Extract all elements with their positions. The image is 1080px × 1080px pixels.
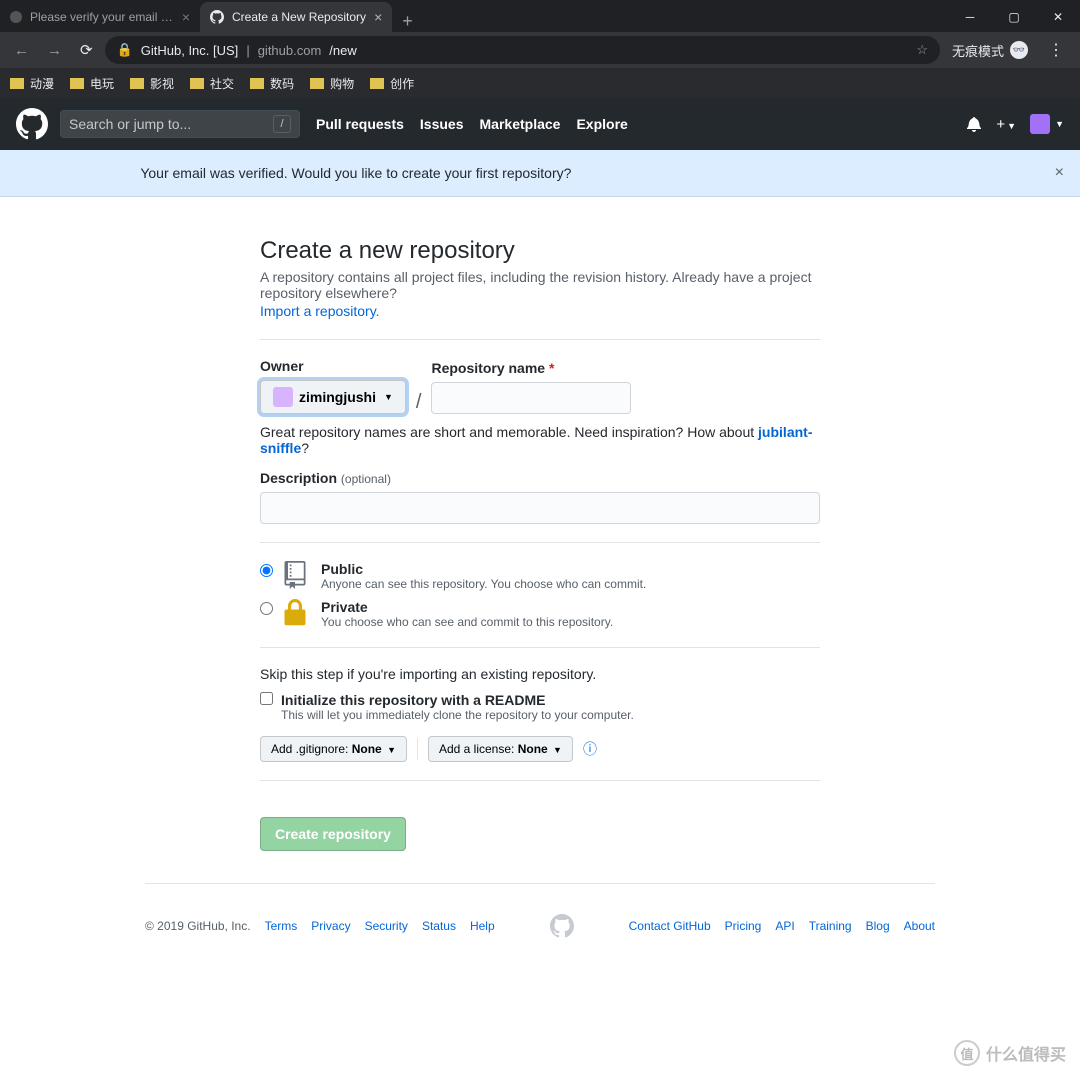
flash-message: Your email was verified. Would you like … xyxy=(140,165,930,181)
bookmark-item[interactable]: 社交 xyxy=(190,75,234,92)
public-desc: Anyone can see this repository. You choo… xyxy=(321,577,646,591)
footer-help[interactable]: Help xyxy=(470,919,495,933)
page-title: Create a new repository xyxy=(260,237,820,265)
nav-explore[interactable]: Explore xyxy=(576,116,627,132)
bookmark-item[interactable]: 数码 xyxy=(250,75,294,92)
nav-pull-requests[interactable]: Pull requests xyxy=(316,116,404,132)
chevron-down-icon: ▼ xyxy=(384,392,393,402)
skip-text: Skip this step if you're importing an ex… xyxy=(260,666,820,682)
bookmark-item[interactable]: 创作 xyxy=(370,75,414,92)
bookmark-item[interactable]: 电玩 xyxy=(70,75,114,92)
footer-terms[interactable]: Terms xyxy=(265,919,298,933)
incognito-icon: 👓 xyxy=(1010,41,1028,59)
browser-menu-icon[interactable]: ⋮ xyxy=(1040,40,1072,60)
nav-marketplace[interactable]: Marketplace xyxy=(480,116,561,132)
bookmarks-bar: 动漫 电玩 影视 社交 数码 购物 创作 xyxy=(0,68,1080,98)
search-key-hint: / xyxy=(273,115,291,133)
nav-issues[interactable]: Issues xyxy=(420,116,464,132)
github-mark-icon[interactable] xyxy=(495,914,629,938)
watermark-icon: 值 xyxy=(954,1040,980,1066)
page-subtext: A repository contains all project files,… xyxy=(260,269,820,301)
url-host: github.com xyxy=(258,43,322,58)
browser-tab-2[interactable]: Create a New Repository × xyxy=(200,2,392,32)
reload-icon[interactable]: ⟳ xyxy=(74,37,99,63)
lock-icon: 🔒 xyxy=(117,42,133,58)
github-logo-icon[interactable] xyxy=(16,108,48,140)
info-icon[interactable]: ⓘ xyxy=(583,739,597,759)
create-new-icon[interactable]: +▼ xyxy=(996,116,1016,133)
folder-icon xyxy=(130,78,144,89)
create-repository-button[interactable]: Create repository xyxy=(260,817,406,851)
address-bar[interactable]: 🔒 GitHub, Inc. [US] | github.com/new ☆ xyxy=(105,36,940,64)
watermark: 值 什么值得买 xyxy=(954,1040,1066,1066)
visibility-public-radio[interactable] xyxy=(260,564,273,577)
import-repo-link[interactable]: Import a repository. xyxy=(260,303,380,319)
incognito-badge: 无痕模式 👓 xyxy=(946,41,1034,60)
license-select[interactable]: Add a license: None ▼ xyxy=(428,736,573,762)
folder-icon xyxy=(250,78,264,89)
notifications-icon[interactable] xyxy=(966,116,982,132)
star-icon[interactable]: ☆ xyxy=(916,42,928,58)
bookmark-item[interactable]: 购物 xyxy=(310,75,354,92)
name-tip: Great repository names are short and mem… xyxy=(260,424,820,456)
lock-icon xyxy=(283,599,311,627)
footer-contact[interactable]: Contact GitHub xyxy=(629,919,711,933)
footer-blog[interactable]: Blog xyxy=(866,919,890,933)
close-icon[interactable]: × xyxy=(1055,164,1064,182)
copyright: © 2019 GitHub, Inc. xyxy=(145,919,251,933)
window-maximize[interactable]: ▢ xyxy=(992,2,1036,32)
readme-label: Initialize this repository with a README xyxy=(281,692,634,708)
description-label: Description (optional) xyxy=(260,470,820,486)
close-icon[interactable]: × xyxy=(374,9,382,25)
close-icon[interactable]: × xyxy=(182,9,190,25)
footer-api[interactable]: API xyxy=(775,919,794,933)
tab-favicon xyxy=(10,11,22,23)
search-placeholder: Search or jump to... xyxy=(69,116,191,132)
footer-training[interactable]: Training xyxy=(809,919,852,933)
repo-name-label: Repository name * xyxy=(431,360,631,376)
user-menu[interactable]: ▼ xyxy=(1030,114,1064,134)
private-desc: You choose who can see and commit to thi… xyxy=(321,615,613,629)
tab-title: Create a New Repository xyxy=(232,10,366,24)
gitignore-select[interactable]: Add .gitignore: None ▼ xyxy=(260,736,407,762)
tab-favicon xyxy=(210,10,224,24)
repo-name-input[interactable] xyxy=(431,382,631,414)
footer-about[interactable]: About xyxy=(904,919,935,933)
visibility-private-radio[interactable] xyxy=(260,602,273,615)
owner-label: Owner xyxy=(260,358,406,374)
folder-icon xyxy=(370,78,384,89)
folder-icon xyxy=(70,78,84,89)
folder-icon xyxy=(10,78,24,89)
window-minimize[interactable]: ─ xyxy=(948,2,992,32)
repo-icon xyxy=(283,561,311,589)
tab-title: Please verify your email addre xyxy=(30,10,174,24)
new-tab-button[interactable]: + xyxy=(392,11,423,32)
owner-select[interactable]: zimingjushi ▼ xyxy=(260,380,406,414)
security-label: GitHub, Inc. [US] xyxy=(141,43,239,58)
public-title: Public xyxy=(321,561,646,577)
private-title: Private xyxy=(321,599,613,615)
avatar xyxy=(1030,114,1050,134)
browser-tab-1[interactable]: Please verify your email addre × xyxy=(0,2,200,32)
footer-security[interactable]: Security xyxy=(365,919,408,933)
readme-checkbox[interactable] xyxy=(260,692,273,705)
url-path: /new xyxy=(329,43,356,58)
search-input[interactable]: Search or jump to... / xyxy=(60,110,300,138)
description-input[interactable] xyxy=(260,492,820,524)
path-separator: / xyxy=(416,391,422,414)
readme-desc: This will let you immediately clone the … xyxy=(281,708,634,722)
footer-status[interactable]: Status xyxy=(422,919,456,933)
footer-pricing[interactable]: Pricing xyxy=(725,919,762,933)
bookmark-item[interactable]: 动漫 xyxy=(10,75,54,92)
folder-icon xyxy=(310,78,324,89)
footer-privacy[interactable]: Privacy xyxy=(311,919,350,933)
window-close[interactable]: ✕ xyxy=(1036,2,1080,32)
folder-icon xyxy=(190,78,204,89)
back-icon[interactable]: ← xyxy=(8,38,35,63)
bookmark-item[interactable]: 影视 xyxy=(130,75,174,92)
owner-value: zimingjushi xyxy=(299,389,376,405)
avatar xyxy=(273,387,293,407)
forward-icon: → xyxy=(41,38,68,63)
